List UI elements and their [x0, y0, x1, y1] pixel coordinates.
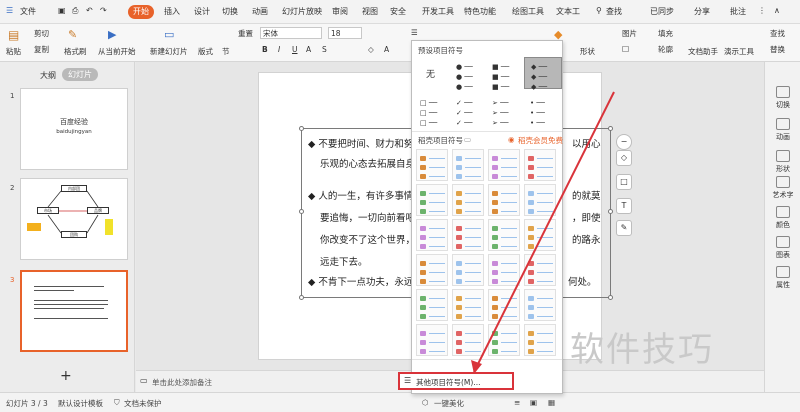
watermark-text: 软件技巧	[570, 330, 714, 370]
